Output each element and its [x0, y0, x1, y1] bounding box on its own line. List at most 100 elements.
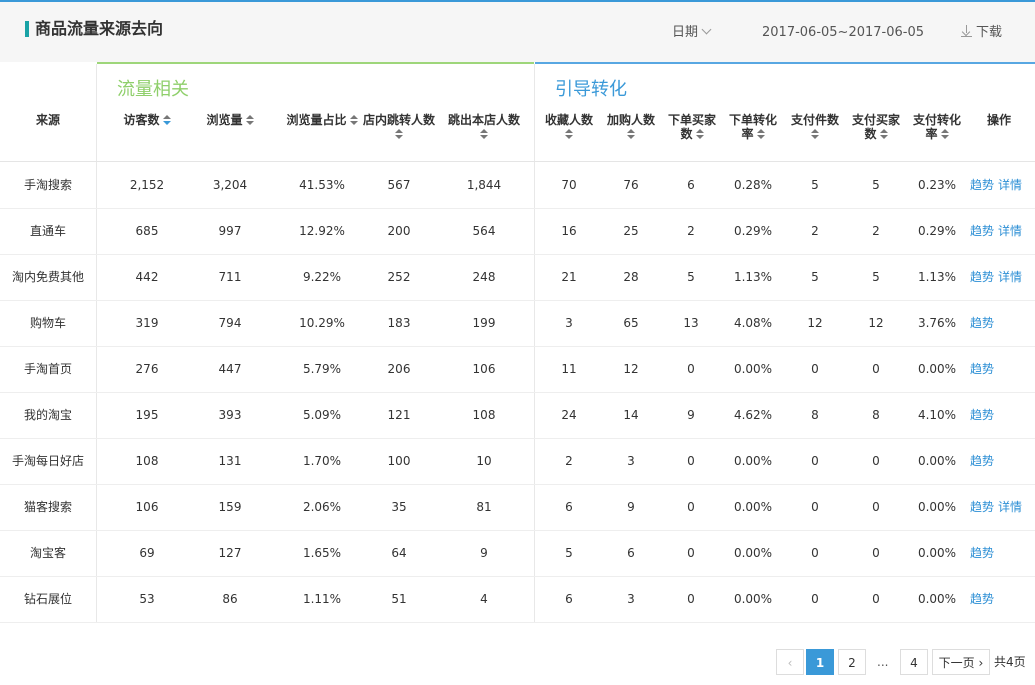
download-icon	[961, 25, 972, 37]
detail-link[interactable]: 详情	[998, 224, 1022, 238]
cell-actions: 趋势	[970, 346, 994, 392]
trend-link[interactable]: 趋势	[970, 316, 994, 330]
cell-internal-jump: 100	[387, 454, 411, 468]
sort-icon[interactable]	[565, 129, 573, 140]
cell-favorites: 2	[565, 454, 573, 468]
column-header-pageviews[interactable]: 浏览量	[195, 113, 265, 127]
sort-icon[interactable]	[879, 129, 888, 140]
cell-pv-share: 12.92%	[299, 224, 345, 238]
trend-link[interactable]: 趋势	[970, 592, 994, 606]
paid-buyers-header-line2: 数	[864, 127, 877, 141]
cell-exit: 1,844	[466, 178, 502, 192]
cell-paid-buyers: 0	[872, 546, 880, 560]
cell-paid-rate: 0.23%	[917, 178, 957, 192]
cell-paid-items: 0	[811, 546, 819, 560]
trend-link[interactable]: 趋势	[970, 270, 994, 284]
cell-order-buyers: 0	[687, 546, 695, 560]
sort-icon[interactable]	[811, 129, 819, 140]
sort-icon[interactable]	[480, 129, 488, 140]
cell-paid-items: 0	[811, 592, 819, 606]
column-header-paid-rate[interactable]: 支付转化率	[908, 113, 966, 141]
traffic-group-title: 流量相关	[117, 79, 189, 100]
page-button-1[interactable]: 1	[806, 649, 834, 675]
cell-exit: 4	[480, 592, 488, 606]
trend-link[interactable]: 趋势	[970, 224, 994, 238]
cell-internal-jump: 200	[387, 224, 411, 238]
detail-link[interactable]: 详情	[998, 500, 1022, 514]
cell-visitors: 108	[135, 454, 159, 468]
page-header: 商品流量来源去向 日期 2017-06-05~2017-06-05 下载	[0, 2, 1035, 62]
column-header-source: 来源	[35, 113, 60, 127]
column-header-internal-jump[interactable]: 店内跳转人数	[356, 113, 442, 140]
detail-link[interactable]: 详情	[998, 178, 1022, 192]
cell-internal-jump: 567	[387, 178, 411, 192]
cell-actions: 趋势	[970, 576, 994, 622]
pv-share-header-label: 浏览量占比	[286, 113, 347, 127]
column-header-exit[interactable]: 跳出本店人数	[438, 113, 530, 140]
cell-pv-share: 2.06%	[302, 500, 342, 514]
cell-order-buyers: 0	[687, 362, 695, 376]
trend-link[interactable]: 趋势	[970, 178, 994, 192]
cell-pageviews: 447	[218, 362, 242, 376]
prev-page-button[interactable]: ‹	[776, 649, 804, 675]
cell-cart-adds: 9	[627, 500, 635, 514]
cell-internal-jump: 121	[387, 408, 411, 422]
sort-icon[interactable]	[627, 129, 635, 140]
sort-icon[interactable]	[395, 129, 403, 140]
cell-paid-rate: 0.00%	[917, 546, 957, 560]
cell-source: 直通车	[29, 224, 66, 238]
visitors-header-label: 访客数	[123, 113, 160, 127]
cell-order-buyers: 6	[687, 178, 695, 192]
title-accent-bar	[25, 21, 29, 37]
page-button-2[interactable]: 2	[838, 649, 866, 675]
cell-paid-buyers: 0	[872, 500, 880, 514]
cell-order-rate: 0.00%	[733, 546, 773, 560]
trend-link[interactable]: 趋势	[970, 408, 994, 422]
next-page-button[interactable]: 下一页 ›	[932, 649, 990, 675]
cell-source: 购物车	[29, 316, 66, 330]
download-label: 下载	[976, 25, 1003, 40]
column-header-visitors[interactable]: 访客数	[112, 113, 182, 127]
trend-link[interactable]: 趋势	[970, 500, 994, 514]
date-dropdown-label: 日期	[672, 25, 699, 40]
order-rate-header-line2: 率	[741, 127, 754, 141]
trend-link[interactable]: 趋势	[970, 362, 994, 376]
table-row: 我的淘宝 195 393 5.09% 121 108 24 14 9 4.62% 8 8 4.10% 趋势	[0, 392, 1035, 439]
sort-icon[interactable]	[695, 129, 704, 140]
cell-order-rate: 0.29%	[733, 224, 773, 238]
sort-icon[interactable]	[162, 115, 171, 126]
detail-link[interactable]: 详情	[998, 270, 1022, 284]
cell-internal-jump: 183	[387, 316, 411, 330]
column-header-paid-items[interactable]: 支付件数	[786, 113, 844, 140]
pagination-ellipsis: ...	[877, 655, 889, 669]
table-row: 淘宝客 69 127 1.65% 64 9 5 6 0 0.00% 0 0 0.00% 趋势	[0, 530, 1035, 577]
cell-paid-items: 8	[811, 408, 819, 422]
cell-exit: 564	[472, 224, 496, 238]
sort-icon[interactable]	[756, 129, 765, 140]
table-row: 手淘搜索 2,152 3,204 41.53% 567 1,844 70 76 6 0.28% 5 5…	[0, 162, 1035, 209]
download-button[interactable]: 下载	[961, 23, 1002, 43]
cell-paid-rate: 0.00%	[917, 500, 957, 514]
sort-icon[interactable]	[245, 115, 254, 126]
sort-icon[interactable]	[940, 129, 949, 140]
page-button-4[interactable]: 4	[900, 649, 928, 675]
cell-paid-rate: 0.29%	[917, 224, 957, 238]
table-row: 直通车 685 997 12.92% 200 564 16 25 2 0.29% 2 2 0.29% 趋势…	[0, 208, 1035, 255]
cell-paid-buyers: 8	[872, 408, 880, 422]
column-header-order-rate[interactable]: 下单转化率	[724, 113, 782, 141]
cell-paid-items: 12	[807, 316, 823, 330]
trend-link[interactable]: 趋势	[970, 546, 994, 560]
cell-actions: 趋势	[970, 392, 994, 438]
cell-visitors: 2,152	[129, 178, 165, 192]
column-header-paid-buyers[interactable]: 支付买家数	[847, 113, 905, 141]
cell-paid-rate: 1.13%	[917, 270, 957, 284]
date-dropdown[interactable]: 日期	[672, 23, 712, 43]
column-header-cart-adds[interactable]: 加购人数	[601, 113, 661, 140]
date-range-text: 2017-06-05~2017-06-05	[762, 25, 924, 40]
trend-link[interactable]: 趋势	[970, 454, 994, 468]
cell-cart-adds: 12	[623, 362, 639, 376]
column-header-order-buyers[interactable]: 下单买家数	[663, 113, 721, 141]
cell-favorites: 6	[565, 592, 573, 606]
column-header-favorites[interactable]: 收藏人数	[539, 113, 599, 140]
cell-order-rate: 4.62%	[733, 408, 773, 422]
